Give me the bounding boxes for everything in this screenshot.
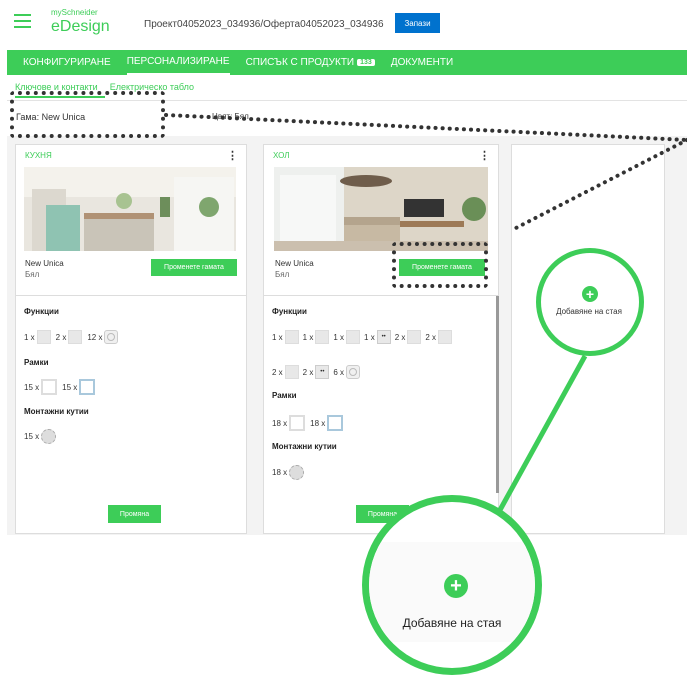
function-qty: 2 x [55,332,67,342]
frames-row: 18 x 18 x [272,415,344,431]
highlight-range-callout [10,91,165,138]
frames-heading: Рамки [272,391,297,400]
room-title: ХОЛ [273,151,290,160]
room-card-kitchen: КУХНЯ ⋮ New Unica Бял Променете гамата Ф… [15,144,247,534]
function-qty: 12 x [87,332,103,342]
tab-product-list-label: СПИСЪК С ПРОДУКТИ [245,57,355,68]
frame-qty: 15 x [24,382,40,392]
switch-thumbnail [438,330,453,344]
socket-thumbnail [346,365,361,379]
switch-thumbnail [284,330,299,344]
functions-row: 1 x 2 x 12 x [24,330,119,344]
tab-personalize[interactable]: ПЕРСОНАЛИЗИРАНЕ [126,50,230,75]
box-qty: 18 x [272,468,288,477]
functions-row: 2 x 2 x •• 6 x [272,365,361,379]
add-room-zoom: + Добавяне на стая [362,495,542,675]
function-qty: 2 x [302,367,314,377]
function-qty: 1 x [272,332,283,342]
switch-thumbnail [407,330,422,344]
add-room-zoom-label[interactable]: Добавяне на стая [369,616,535,630]
dimmer-thumbnail: •• [315,365,330,379]
mounting-box-thumbnail [41,429,57,444]
socket-thumbnail [104,330,119,344]
room-photo [274,167,488,251]
function-qty: 6 x [333,367,345,377]
room-title: КУХНЯ [25,151,52,160]
boxes-row: 18 x [272,465,305,480]
switch-thumbnail [68,330,83,344]
tab-configure[interactable]: КОНФИГУРИРАНЕ [23,50,111,75]
frame-qty: 18 x [272,418,288,428]
plus-icon[interactable]: + [444,574,468,598]
frame-qty: 18 x [310,418,326,428]
tab-product-list[interactable]: СПИСЪК С ПРОДУКТИ 133 [246,50,375,75]
frame-thumbnail [327,415,344,431]
app-header: mySchneider eDesign Проект04052023_03493… [0,0,687,46]
mounting-box-thumbnail [289,465,305,480]
highlight-change-range-callout [392,242,488,288]
switch-thumbnail [315,330,330,344]
room-photo [24,167,236,251]
change-button[interactable]: Промяна [108,505,161,523]
frame-qty: 15 x [62,382,78,392]
functions-heading: Функции [272,307,307,316]
tab-documents[interactable]: ДОКУМЕНТИ [391,50,453,75]
function-qty: 1 x [364,332,375,342]
more-vert-icon[interactable]: ⋮ [227,149,238,162]
boxes-heading: Монтажни кутии [24,407,89,416]
more-vert-icon[interactable]: ⋮ [479,149,490,162]
project-title: Проект04052023_034936/Оферта04052023_034… [144,19,384,30]
color-filter[interactable]: Цвят: Бял [212,112,249,121]
add-room-highlight-ring [536,248,644,356]
function-qty: 2 x [425,332,437,342]
frame-thumbnail [79,379,96,395]
function-qty: 2 x [272,367,283,377]
function-qty: 1 x [302,332,314,342]
frame-thumbnail [41,379,58,395]
switch-thumbnail [36,330,51,344]
frames-heading: Рамки [24,358,49,367]
card-divider [264,295,498,296]
room-range: New Unica [25,259,64,268]
save-button[interactable]: Запази [395,13,440,33]
brand-logo[interactable]: eDesign [51,18,110,36]
change-range-button[interactable]: Променете гамата [151,259,237,276]
function-qty: 1 x [24,332,35,342]
switch-thumbnail [284,365,299,379]
room-range: New Unica [275,259,314,268]
switch-thumbnail [346,330,361,344]
boxes-row: 15 x [24,429,57,444]
functions-row: 1 x 1 x 1 x 1 x •• 2 x 2 x [272,330,453,344]
scrollbar[interactable] [496,296,499,493]
main-nav: КОНФИГУРИРАНЕ ПЕРСОНАЛИЗИРАНЕ СПИСЪК С П… [7,50,687,75]
frame-thumbnail [289,415,306,431]
card-divider [16,295,246,296]
room-card-living: ХОЛ ⋮ New Unica Бял Променете гамата Фун… [263,144,499,534]
products-count-badge: 133 [357,59,375,66]
room-color: Бял [275,270,290,279]
brand-subtitle: mySchneider [51,8,98,17]
functions-heading: Функции [24,307,59,316]
dimmer-thumbnail: •• [376,330,391,344]
frames-row: 15 x 15 x [24,379,96,395]
function-qty: 1 x [333,332,345,342]
hamburger-icon[interactable] [14,14,31,28]
boxes-heading: Монтажни кутии [272,442,337,451]
box-qty: 15 x [24,432,40,441]
room-color: Бял [25,270,40,279]
function-qty: 2 x [394,332,406,342]
